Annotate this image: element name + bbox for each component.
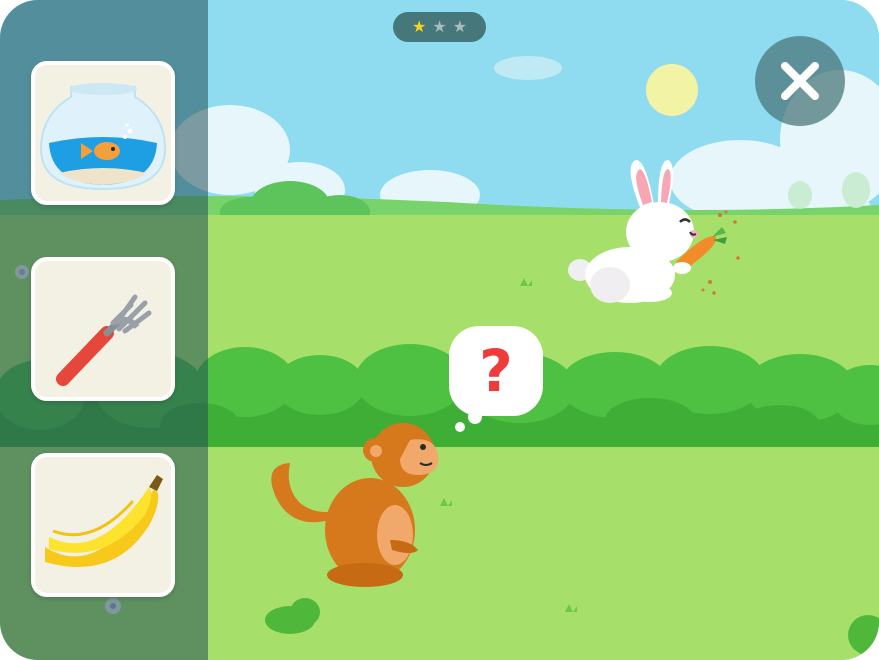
star-icon: ★ bbox=[411, 17, 427, 36]
banana-icon bbox=[45, 475, 163, 567]
star-progress: ★ ★ ★ bbox=[393, 12, 486, 42]
star-icon: ★ bbox=[452, 17, 468, 36]
question-mark: ? bbox=[479, 337, 513, 405]
star-icon: ★ bbox=[432, 17, 447, 36]
choice-panel bbox=[0, 0, 208, 660]
cloud bbox=[494, 56, 562, 80]
close-icon bbox=[781, 62, 819, 100]
fork-icon bbox=[56, 294, 152, 386]
choice-card-fishbowl[interactable] bbox=[31, 61, 175, 205]
sun bbox=[646, 64, 698, 116]
fishbowl-icon bbox=[39, 83, 167, 191]
close-button[interactable] bbox=[755, 36, 845, 126]
game-stage: ? ★ ★ ★ bbox=[0, 0, 879, 660]
choice-card-fork[interactable] bbox=[31, 257, 175, 401]
choice-card-banana[interactable] bbox=[31, 453, 175, 597]
